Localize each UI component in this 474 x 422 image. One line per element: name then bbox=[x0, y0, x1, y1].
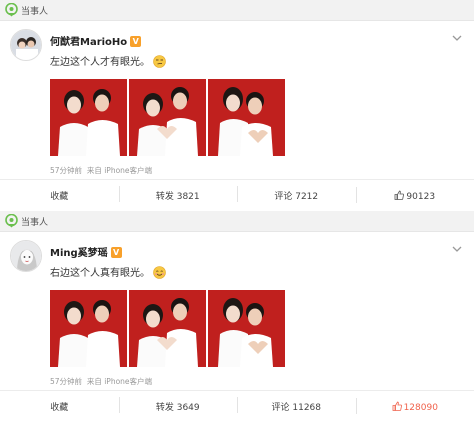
photo-grid bbox=[50, 290, 287, 367]
username-text[interactable]: Ming奚梦瑶 bbox=[50, 248, 108, 259]
favorite-button[interactable]: 收藏 bbox=[0, 189, 119, 202]
post-tag-bar: 当事人 bbox=[0, 0, 474, 21]
repost-label: 转发 3821 bbox=[155, 192, 200, 202]
post-time: 57分钟前 bbox=[50, 166, 83, 175]
post-action-bar: 收藏 转发 3649 评论 11268 128090 bbox=[0, 390, 474, 422]
post-meta: 57分钟前 来自 iPhone客户端 bbox=[50, 165, 152, 176]
photo-thumbnail-2[interactable] bbox=[129, 79, 206, 156]
favorite-label: 收藏 bbox=[50, 192, 69, 202]
photo-thumbnail-3[interactable] bbox=[208, 79, 285, 156]
repost-button[interactable]: 转发 3821 bbox=[118, 186, 238, 202]
post-card: 何猷君MarioHo V 左边这个人才有眼光。 57分钟前 来自 iPhone客… bbox=[0, 21, 474, 179]
post-time: 57分钟前 bbox=[50, 377, 83, 386]
favorite-label: 收藏 bbox=[50, 403, 69, 413]
tag-label: 当事人 bbox=[21, 218, 49, 228]
photo-thumbnail-1[interactable] bbox=[50, 290, 127, 367]
post-source: 来自 iPhone客户端 bbox=[86, 377, 153, 386]
post-text-content: 左边这个人才有眼光。 bbox=[50, 57, 150, 68]
post-action-bar: 收藏 转发 3821 评论 7212 90123 bbox=[0, 179, 474, 211]
repost-label: 转发 3649 bbox=[155, 403, 200, 413]
comment-label: 评论 7212 bbox=[274, 192, 319, 202]
avatar[interactable] bbox=[10, 29, 42, 61]
thumbs-up-icon bbox=[392, 401, 402, 411]
username-text[interactable]: 何猷君MarioHo bbox=[50, 37, 127, 48]
photo-thumbnail-1[interactable] bbox=[50, 79, 127, 156]
chevron-down-icon[interactable] bbox=[452, 33, 462, 43]
post-tag-bar: 当事人 bbox=[0, 211, 474, 232]
location-pin-icon bbox=[5, 214, 18, 228]
weibo-post-2: 当事人 Ming奚梦瑶 V 右边这个人真有眼光。 57分钟前 来自 iPhone… bbox=[0, 211, 474, 422]
photo-thumbnail-2[interactable] bbox=[129, 290, 206, 367]
photo-thumbnail-3[interactable] bbox=[208, 290, 285, 367]
like-count: 90123 bbox=[406, 191, 436, 202]
verified-badge-icon: V bbox=[130, 36, 142, 47]
comment-button[interactable]: 评论 7212 bbox=[237, 186, 356, 202]
tag-label: 当事人 bbox=[21, 7, 49, 17]
smirk-emoji-icon bbox=[153, 55, 166, 68]
post-text-content: 右边这个人真有眼光。 bbox=[50, 268, 150, 279]
like-button[interactable]: 128090 bbox=[355, 397, 474, 414]
comment-button[interactable]: 评论 11268 bbox=[237, 397, 356, 413]
post-card: Ming奚梦瑶 V 右边这个人真有眼光。 57分钟前 来自 iPhone客户端 bbox=[0, 232, 474, 390]
comment-label: 评论 11268 bbox=[271, 403, 322, 413]
favorite-button[interactable]: 收藏 bbox=[0, 400, 119, 413]
weibo-post-1: 当事人 何猷君MarioHo V 左边这个人才有眼光。 57分钟前 来自 iPh… bbox=[0, 0, 474, 211]
photo-grid bbox=[50, 79, 287, 156]
post-text: 左边这个人才有眼光。 bbox=[50, 53, 166, 68]
like-count: 128090 bbox=[403, 402, 438, 413]
repost-button[interactable]: 转发 3649 bbox=[118, 397, 238, 413]
location-pin-icon bbox=[5, 3, 18, 17]
avatar[interactable] bbox=[10, 240, 42, 272]
thumbs-up-icon bbox=[395, 190, 405, 200]
smile-emoji-icon bbox=[153, 266, 166, 279]
post-source: 来自 iPhone客户端 bbox=[86, 166, 153, 175]
post-meta: 57分钟前 来自 iPhone客户端 bbox=[50, 376, 152, 387]
chevron-down-icon[interactable] bbox=[452, 244, 462, 254]
like-button[interactable]: 90123 bbox=[355, 186, 474, 203]
username[interactable]: 何猷君MarioHo V bbox=[50, 33, 142, 48]
username[interactable]: Ming奚梦瑶 V bbox=[50, 244, 122, 259]
post-text: 右边这个人真有眼光。 bbox=[50, 264, 166, 279]
verified-badge-icon: V bbox=[110, 247, 122, 258]
